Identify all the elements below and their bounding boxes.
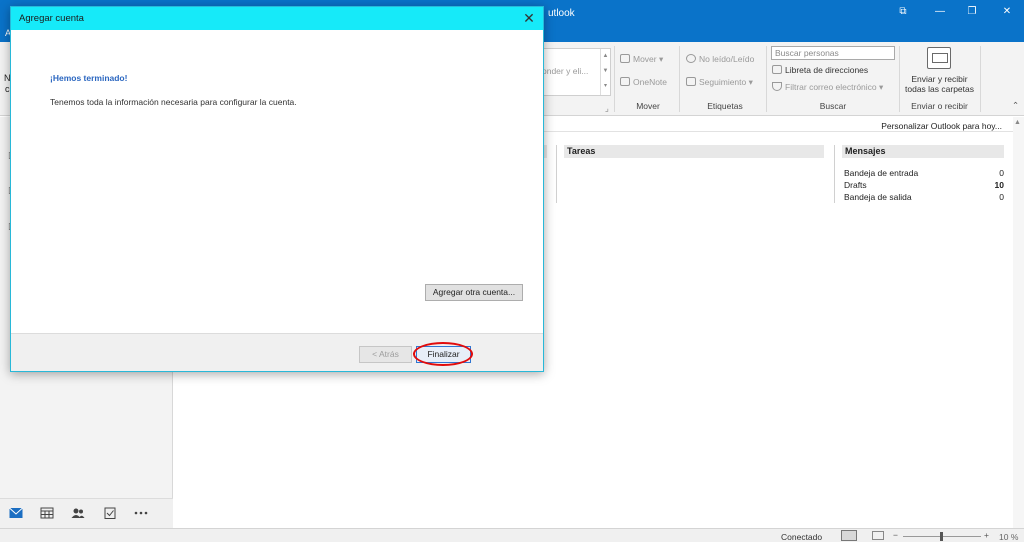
separator bbox=[679, 46, 680, 112]
followup-button[interactable]: Seguimiento ▾ bbox=[686, 77, 753, 88]
dialog-footer: < Atrás Finalizar bbox=[11, 333, 543, 371]
connection-status: Conectado bbox=[781, 532, 823, 542]
back-button: < Atrás bbox=[359, 346, 412, 363]
move-button[interactable]: Mover ▾ bbox=[620, 54, 663, 65]
dialog-message: Tenemos toda la información necesaria pa… bbox=[50, 97, 297, 107]
separator bbox=[899, 46, 900, 112]
close-icon[interactable]: ✕ bbox=[521, 9, 537, 27]
more-icon[interactable] bbox=[134, 507, 148, 519]
onenote-icon bbox=[620, 77, 630, 86]
filter-email-button[interactable]: Filtrar correo electrónico ▾ bbox=[772, 82, 883, 93]
dialog-title-bar: Agregar cuenta ✕ bbox=[11, 7, 543, 30]
add-account-dialog: Agregar cuenta ✕ ¡Hemos terminado! Tenem… bbox=[10, 6, 544, 372]
collapse-ribbon-icon[interactable]: ⌃ bbox=[1012, 100, 1019, 111]
ribbon-display-icon[interactable]: ⧉ bbox=[893, 5, 913, 19]
messages-header: Mensajes bbox=[842, 145, 1004, 158]
zoom-slider-thumb[interactable] bbox=[940, 532, 943, 541]
vertical-scrollbar[interactable]: ▲ bbox=[1013, 117, 1024, 528]
messages-row-inbox[interactable]: Bandeja de entrada 0 bbox=[844, 168, 1004, 178]
tasks-icon[interactable] bbox=[103, 507, 117, 519]
mail-icon[interactable] bbox=[9, 507, 23, 519]
separator bbox=[614, 46, 615, 112]
send-receive-group-label: Enviar o recibir bbox=[911, 101, 968, 111]
find-group-label: Buscar bbox=[819, 101, 847, 111]
quick-steps-gallery[interactable]: onder y eli... ▲ ▼ ▾ bbox=[541, 48, 611, 96]
reading-view-icon[interactable] bbox=[872, 531, 884, 540]
zoom-in-button[interactable]: + bbox=[984, 530, 989, 540]
unread-read-button[interactable]: No leído/Leído bbox=[686, 54, 754, 64]
finish-highlight-circle bbox=[413, 342, 473, 366]
flag-icon bbox=[686, 77, 696, 86]
send-receive-icon[interactable] bbox=[927, 47, 951, 69]
scroll-up-icon[interactable]: ▲ bbox=[1014, 119, 1021, 126]
people-icon[interactable] bbox=[71, 507, 85, 519]
address-book-icon bbox=[772, 65, 782, 74]
restore-button[interactable]: ❐ bbox=[962, 5, 982, 19]
address-book-button[interactable]: Libreta de direcciones bbox=[772, 65, 868, 75]
divider bbox=[556, 145, 557, 203]
envelope-icon bbox=[686, 54, 696, 63]
normal-view-icon[interactable] bbox=[841, 530, 857, 541]
move-group-label: Mover bbox=[636, 101, 660, 111]
calendar-icon[interactable] bbox=[40, 507, 54, 519]
search-people-input[interactable]: Buscar personas bbox=[771, 46, 895, 60]
gallery-scroll[interactable]: ▲ ▼ ▾ bbox=[600, 49, 610, 95]
ribbon-fragment-c: c bbox=[5, 84, 10, 94]
quick-steps-launcher-icon[interactable]: ⌟ bbox=[605, 103, 609, 114]
close-window-button[interactable]: ✕ bbox=[997, 5, 1017, 19]
move-icon bbox=[620, 54, 630, 63]
outlook-window: utlook A ⧉ — ❐ ✕ onder y eli... ▲ ▼ ▾ ⌟ Mo… bbox=[0, 0, 1024, 542]
send-receive-all-button[interactable]: Enviar y recibir todas las carpetas bbox=[903, 74, 976, 94]
separator bbox=[766, 46, 767, 112]
quick-steps-text: onder y eli... bbox=[542, 66, 589, 76]
onenote-button[interactable]: OneNote bbox=[620, 77, 667, 87]
navigation-bar bbox=[0, 498, 173, 528]
app-title: utlook bbox=[548, 8, 575, 19]
messages-row-outbox[interactable]: Bandeja de salida 0 bbox=[844, 192, 1004, 202]
separator bbox=[980, 46, 981, 112]
status-bar: Conectado − + 10 % bbox=[0, 528, 1024, 542]
minimize-button[interactable]: — bbox=[930, 5, 950, 19]
dialog-heading: ¡Hemos terminado! bbox=[50, 73, 128, 83]
filter-icon bbox=[772, 82, 782, 91]
messages-row-drafts[interactable]: Drafts 10 bbox=[844, 180, 1004, 190]
zoom-level[interactable]: 10 % bbox=[999, 532, 1018, 542]
personalize-link[interactable]: Personalizar Outlook para hoy... bbox=[881, 121, 1002, 131]
tags-group-label: Etiquetas bbox=[707, 101, 743, 111]
zoom-out-button[interactable]: − bbox=[893, 530, 898, 540]
dialog-title: Agregar cuenta bbox=[19, 13, 84, 24]
tasks-header: Tareas bbox=[564, 145, 824, 158]
divider bbox=[834, 145, 835, 203]
add-another-account-button[interactable]: Agregar otra cuenta... bbox=[425, 284, 523, 301]
